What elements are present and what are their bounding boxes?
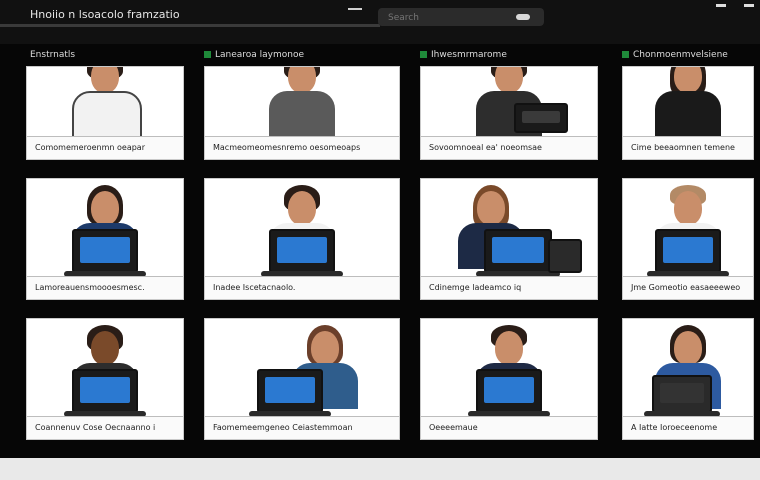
- status-dot-icon: [420, 51, 427, 58]
- video-feed: [27, 179, 183, 277]
- participant-caption: Oeeeemaue: [421, 416, 597, 439]
- laptop-icon: [64, 369, 146, 417]
- participant-caption: Lamoreauensmoooesmesc.: [27, 276, 183, 299]
- participant-caption: Faomemeemgeneo Ceiastemmoan: [205, 416, 399, 439]
- laptop-icon: [647, 229, 729, 277]
- participant-avatar: [60, 67, 150, 141]
- participant-header: Enstrnatls: [30, 50, 76, 60]
- participant-tile[interactable]: Inadee Iscetacnaolo.: [204, 178, 400, 300]
- participant-header: Lanearoa laymonoe: [204, 50, 304, 60]
- participant-caption: Coannenuv Cose Oecnaanno i: [27, 416, 183, 439]
- participant-tile[interactable]: Cdinemge ladeamco iq: [420, 178, 598, 300]
- participant-tile[interactable]: Macmeomeomesnremo oesomeoaps: [204, 66, 400, 160]
- participant-caption: Comomemeroenmn oeapar: [27, 136, 183, 159]
- participant-avatar: [643, 67, 733, 137]
- video-feed: [421, 179, 597, 277]
- participant-header: Chonmoenmvelsiene: [622, 50, 728, 60]
- top-bar: Hnoiio n lsoacolo framzatio: [0, 0, 760, 44]
- laptop-icon: [548, 239, 583, 273]
- video-feed: [27, 67, 183, 141]
- participant-tile[interactable]: Comomemeroenmn oeapar: [26, 66, 184, 160]
- participant-caption: Cdinemge ladeamco iq: [421, 276, 597, 299]
- laptop-icon: [468, 369, 550, 417]
- video-feed: [205, 67, 399, 137]
- window-control-icon[interactable]: [716, 4, 726, 7]
- participant-avatar: [257, 67, 347, 137]
- bottom-bar: [0, 458, 760, 480]
- participant-caption: A Iatte Ioroeceenome: [623, 416, 753, 439]
- laptop-icon: [249, 369, 332, 417]
- video-feed: [27, 319, 183, 417]
- video-feed: [421, 67, 597, 137]
- window-control-icon[interactable]: [744, 4, 754, 7]
- participant-caption: Inadee Iscetacnaolo.: [205, 276, 399, 299]
- laptop-icon: [643, 375, 720, 417]
- participant-tile[interactable]: Faomemeemgeneo Ceiastemmoan: [204, 318, 400, 440]
- participant-header: Ihwesmrmarome: [420, 50, 507, 60]
- status-dot-icon: [204, 51, 211, 58]
- participant-caption: Macmeomeomesnremo oesomeoaps: [205, 136, 399, 159]
- status-dot-icon: [622, 51, 629, 58]
- search-bar[interactable]: [378, 8, 544, 26]
- video-feed: [623, 67, 753, 137]
- participant-tile[interactable]: Jme Gomeotio easaeeeweo: [622, 178, 754, 300]
- laptop-icon: [261, 229, 343, 277]
- participant-caption: Jme Gomeotio easaeeeweo: [623, 276, 753, 299]
- search-input[interactable]: [386, 10, 500, 26]
- participant-tile[interactable]: Lamoreauensmoooesmesc.: [26, 178, 184, 300]
- video-feed: [623, 179, 753, 277]
- participant-caption: Cime beeaomnen temene: [623, 136, 753, 159]
- participant-tile[interactable]: Oeeeemaue: [420, 318, 598, 440]
- title-underline: [0, 24, 380, 27]
- app-title: Hnoiio n lsoacolo framzatio: [30, 8, 180, 21]
- video-feed: [421, 319, 597, 417]
- video-feed: [205, 179, 399, 277]
- laptop-icon: [514, 103, 568, 133]
- participant-tile[interactable]: Sovoomnoeal ea' noeomsae: [420, 66, 598, 160]
- laptop-icon: [64, 229, 146, 277]
- search-toggle-icon[interactable]: [516, 14, 530, 20]
- minimize-icon[interactable]: [348, 8, 362, 10]
- video-feed: [205, 319, 399, 417]
- participant-tile[interactable]: A Iatte Ioroeceenome: [622, 318, 754, 440]
- participant-caption: Sovoomnoeal ea' noeomsae: [421, 136, 597, 159]
- video-feed: [623, 319, 753, 417]
- laptop-icon: [475, 229, 560, 277]
- participant-tile[interactable]: Coannenuv Cose Oecnaanno i: [26, 318, 184, 440]
- participant-tile[interactable]: Cime beeaomnen temene: [622, 66, 754, 160]
